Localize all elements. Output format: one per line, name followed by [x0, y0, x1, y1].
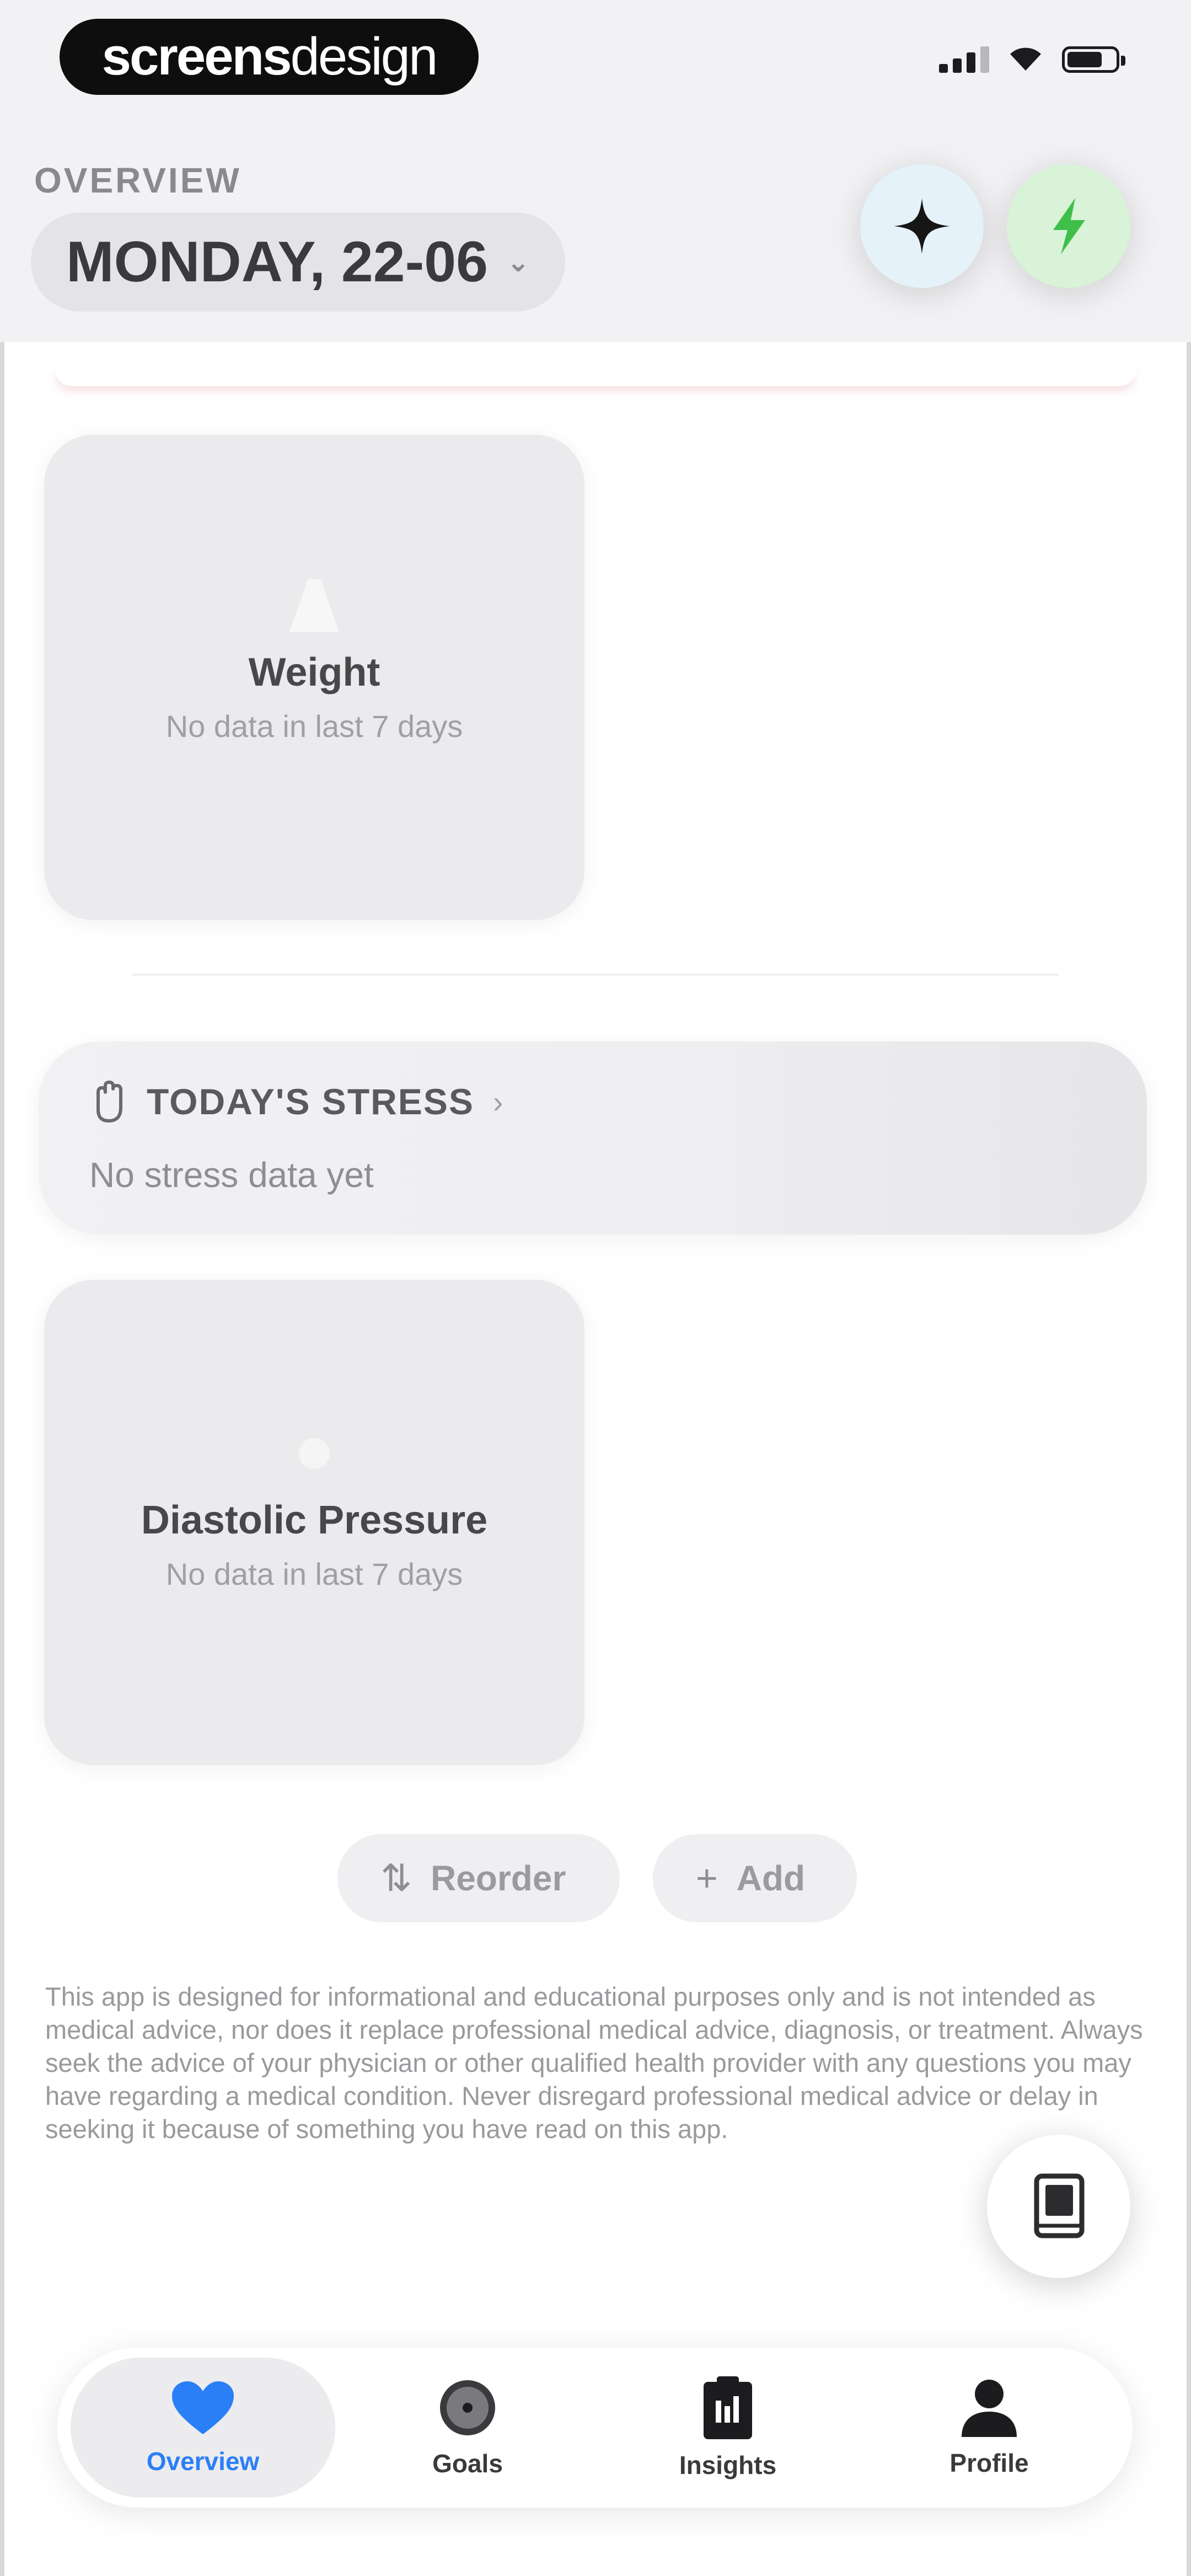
- weight-title: Weight: [248, 650, 380, 694]
- stress-subtitle: No stress data yet: [89, 1155, 374, 1195]
- tab-profile[interactable]: Profile: [857, 2358, 1122, 2498]
- tab-goals[interactable]: Goals: [335, 2358, 600, 2498]
- reorder-button[interactable]: ⇅ Reorder: [337, 1834, 620, 1922]
- reorder-icon: ⇅: [380, 1857, 412, 1899]
- previous-card-edge: [55, 368, 1136, 386]
- reorder-label: Reorder: [430, 1858, 566, 1898]
- weight-icon: [289, 579, 339, 632]
- stress-card[interactable]: TODAY'S STRESS › No stress data yet: [39, 1041, 1147, 1234]
- book-icon: [1034, 2173, 1085, 2238]
- frame-edge-left: [0, 0, 4, 2576]
- heart-icon: [172, 2381, 234, 2434]
- frame-edge-right: [1187, 0, 1191, 2576]
- sparkle-icon: [894, 198, 950, 254]
- ai-assistant-button[interactable]: [860, 164, 984, 288]
- chevron-right-icon: ›: [492, 1084, 503, 1119]
- tab-bar: Overview Goals Insights Profile: [57, 2348, 1133, 2508]
- header: screens design OVERVIEW MONDAY, 22-06 ⌄: [0, 0, 1191, 342]
- add-button[interactable]: + Add: [653, 1834, 857, 1922]
- diastolic-title: Diastolic Pressure: [141, 1498, 488, 1542]
- diastolic-subtitle: No data in last 7 days: [165, 1557, 463, 1591]
- brand-logo-light: design: [290, 27, 438, 86]
- date-selector[interactable]: MONDAY, 22-06 ⌄: [31, 212, 565, 312]
- add-label: Add: [736, 1858, 806, 1898]
- activity-button[interactable]: [1007, 164, 1130, 288]
- droplet-icon: [299, 1438, 330, 1469]
- section-label: OVERVIEW: [34, 161, 242, 200]
- bolt-icon: [1053, 198, 1085, 254]
- status-bar: [939, 45, 1125, 73]
- hand-icon: [96, 1081, 122, 1123]
- tab-profile-label: Profile: [949, 2449, 1029, 2477]
- medical-disclaimer: This app is designed for informational a…: [45, 1982, 1143, 2144]
- cellular-signal-icon: [939, 45, 989, 73]
- divider: [132, 974, 1059, 976]
- date-label: MONDAY, 22-06: [66, 229, 488, 294]
- weight-card[interactable]: Weight No data in last 7 days: [44, 435, 584, 920]
- stress-title: TODAY'S STRESS: [147, 1081, 474, 1122]
- chevron-down-icon: ⌄: [506, 247, 530, 277]
- plus-icon: +: [696, 1857, 718, 1899]
- wifi-icon: [1010, 47, 1041, 71]
- brand-logo-bold: screens: [101, 27, 292, 86]
- clipboard-icon: [704, 2376, 752, 2439]
- tab-insights-label: Insights: [679, 2451, 777, 2479]
- tab-insights[interactable]: Insights: [596, 2358, 860, 2498]
- tab-overview[interactable]: Overview: [71, 2358, 335, 2498]
- journal-button[interactable]: [987, 2135, 1130, 2278]
- tab-overview-label: Overview: [146, 2447, 260, 2476]
- person-icon: [962, 2380, 1017, 2437]
- diastolic-pressure-card[interactable]: Diastolic Pressure No data in last 7 day…: [44, 1280, 584, 1765]
- tab-goals-label: Goals: [432, 2449, 503, 2478]
- target-icon: [440, 2380, 495, 2435]
- stress-header: TODAY'S STRESS ›: [92, 1080, 503, 1123]
- brand-logo: screens design: [60, 19, 479, 95]
- weight-subtitle: No data in last 7 days: [165, 709, 463, 744]
- battery-icon: [1062, 46, 1125, 73]
